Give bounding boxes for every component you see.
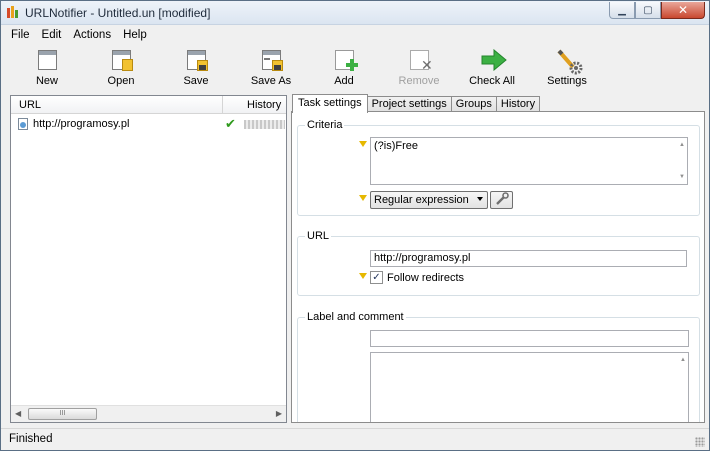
open-button-label: Open [107,75,135,87]
match-type-marker-icon [359,195,367,201]
check-all-arrow-icon [481,48,507,73]
task-settings-page: Criteria (?is)Free ▲ ▼ Regular expressio… [291,111,705,423]
close-button[interactable]: ✕ [661,2,705,19]
label-input[interactable] [370,330,689,347]
app-icon [7,6,21,18]
horizontal-scrollbar[interactable]: ◀ III ▶ [11,405,286,422]
save-as-button-label: Save As [250,75,292,87]
match-type-value: Regular expression [374,194,469,206]
label-comment-group: Label and comment ▲ [297,311,700,422]
save-disk-icon [185,49,209,73]
criteria-marker-icon [359,141,367,147]
criteria-title: Criteria [305,119,345,131]
app-window: URLNotifier - Untitled.un [modified] ▁ ▢… [0,0,710,451]
follow-redirects-label: Follow redirects [387,272,465,284]
criteria-pattern-text: (?is)Free [374,140,419,152]
history-bar [244,120,285,129]
remove-button-label: Remove [398,75,440,87]
comment-input[interactable]: ▲ [370,352,689,422]
menu-edit[interactable]: Edit [36,29,68,41]
remove-icon: ✕ [408,49,433,73]
new-document-icon [36,49,60,73]
wrench-icon [496,192,509,205]
scroll-thumb[interactable]: III [28,408,97,420]
task-url: http://programosy.pl [33,118,130,130]
criteria-pattern-input[interactable]: (?is)Free ▲ ▼ [370,137,688,185]
window-title: URLNotifier - Untitled.un [modified] [25,6,211,20]
url-title: URL [305,230,332,242]
url-input-text: http://programosy.pl [374,252,471,264]
label-comment-title: Label and comment [305,311,406,323]
status-bar: Finished [1,428,709,450]
add-button-label: Add [334,75,354,87]
criteria-group: Criteria (?is)Free ▲ ▼ Regular expressio… [297,119,700,216]
tab-project-settings[interactable]: Project settings [366,96,452,112]
settings-button[interactable]: Settings [537,47,597,91]
regex-tool-button[interactable] [490,191,513,209]
scroll-right-icon[interactable]: ▶ [276,409,282,418]
table-row[interactable]: http://programosy.pl ✔ [11,115,286,133]
redirects-marker-icon [359,273,367,279]
menu-bar: File Edit Actions Help [1,25,709,44]
scroll-down-icon[interactable]: ▼ [679,174,685,180]
menu-actions[interactable]: Actions [67,29,117,41]
settings-gear-pencil-icon [556,49,583,75]
check-ok-icon: ✔ [225,116,236,131]
web-page-icon [18,118,29,130]
menu-help[interactable]: Help [117,29,153,41]
resize-grip-icon[interactable] [695,437,705,447]
scroll-up-icon[interactable]: ▲ [679,142,685,148]
url-input[interactable]: http://programosy.pl [370,250,687,267]
save-button[interactable]: Save [166,47,226,91]
open-button[interactable]: Open [91,47,151,91]
close-icon: ✕ [677,3,689,17]
new-button-label: New [35,75,58,87]
settings-button-label: Settings [547,75,587,87]
new-button[interactable]: New [17,47,77,91]
scroll-up-icon[interactable]: ▲ [680,357,686,363]
title-bar[interactable]: URLNotifier - Untitled.un [modified] ▁ ▢… [1,1,709,25]
column-history[interactable]: History [247,99,281,111]
url-group: URL http://programosy.pl ✓ Follow redire… [297,230,700,296]
toolbar: New Open Save Save As Add ✕ Remove Check… [1,44,709,92]
save-as-icon [260,49,284,73]
scroll-left-icon[interactable]: ◀ [15,409,21,418]
chevron-down-icon [477,197,483,201]
window-controls: ▁ ▢ ✕ [609,2,705,19]
tab-task-settings[interactable]: Task settings [292,94,368,113]
status-text: Finished [9,433,53,445]
maximize-button[interactable]: ▢ [635,2,661,19]
menu-file[interactable]: File [5,29,36,41]
minimize-icon: ▁ [618,4,626,16]
tab-groups[interactable]: Groups [450,96,497,112]
add-button[interactable]: Add [314,47,374,91]
match-type-select[interactable]: Regular expression [370,191,488,209]
check-all-button[interactable]: Check All [462,47,522,91]
follow-redirects-checkbox[interactable]: ✓ [370,271,383,284]
tab-strip: Task settings Project settings Groups Hi… [292,94,541,113]
open-folder-icon [110,49,134,73]
check-all-button-label: Check All [469,75,515,87]
task-list: URL History http://programosy.pl ✔ ◀ III… [10,95,287,423]
tab-history[interactable]: History [495,96,541,112]
checkmark-icon: ✓ [372,272,381,283]
column-url[interactable]: URL [19,99,41,111]
task-list-header: URL History [11,96,286,114]
remove-button[interactable]: ✕ Remove [389,47,449,91]
save-button-label: Save [183,75,209,87]
add-icon [333,49,358,73]
minimize-button[interactable]: ▁ [609,2,635,19]
maximize-icon: ▢ [643,4,653,16]
save-as-button[interactable]: Save As [241,47,301,91]
